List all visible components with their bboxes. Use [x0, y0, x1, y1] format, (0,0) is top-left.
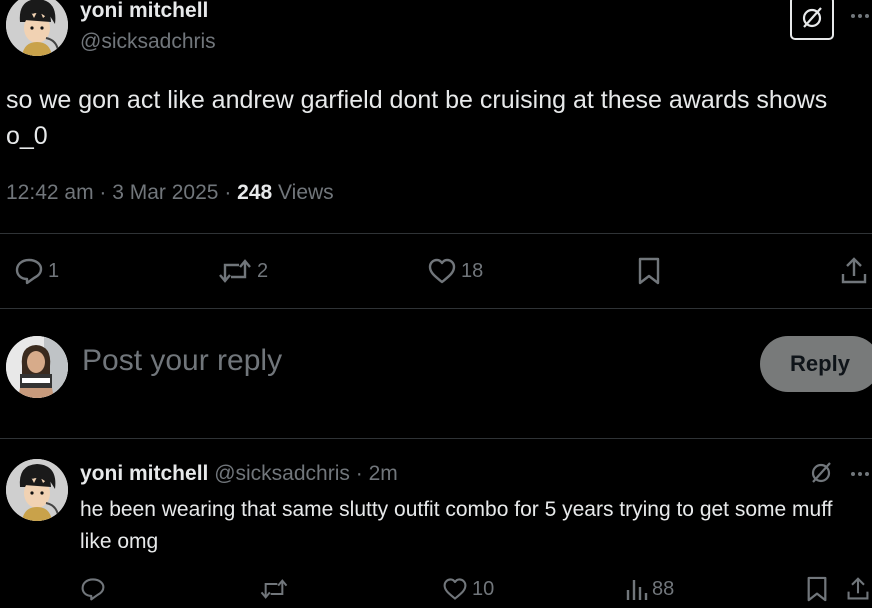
share-icon: [841, 257, 867, 284]
reply-icon: [81, 578, 105, 601]
more-icon: [851, 14, 869, 18]
bookmark-action[interactable]: [636, 256, 662, 286]
reply-count: 1: [48, 259, 60, 282]
views-label: Views: [278, 181, 334, 204]
author-name[interactable]: yoni mitchell: [80, 0, 208, 23]
repost-action[interactable]: 2: [217, 257, 268, 285]
like-action[interactable]: 18: [427, 257, 483, 285]
reply-time[interactable]: 2m: [369, 462, 398, 485]
divider-top: [0, 233, 872, 234]
like-count: 18: [461, 259, 484, 282]
tweet-meta: 12:42 am · 3 Mar 2025 · 248 Views: [6, 181, 334, 205]
share-action[interactable]: [840, 256, 868, 286]
author-handle[interactable]: @sicksadchris: [80, 30, 216, 54]
tweet-text: so we gon act like andrew garfield dont …: [6, 86, 828, 150]
reply-views-action[interactable]: 88: [624, 576, 674, 602]
reply-repost-action[interactable]: [259, 577, 289, 601]
reply-separator: ·: [355, 462, 363, 485]
reply-author-name[interactable]: yoni mitchell: [80, 462, 208, 485]
reply-input[interactable]: Post your reply: [82, 344, 682, 378]
grok-icon: [811, 462, 831, 483]
tweet-date[interactable]: 3 Mar 2025: [112, 181, 218, 204]
more-icon: [851, 472, 869, 476]
like-icon: [443, 578, 467, 600]
like-icon: [428, 258, 456, 284]
reply-text: he been wearing that same slutty outfit …: [80, 498, 833, 553]
reply-like-action[interactable]: 10: [442, 576, 494, 602]
share-icon: [847, 577, 869, 600]
meta-separator: ·: [224, 181, 238, 204]
more-options-button[interactable]: [848, 4, 872, 28]
author-avatar[interactable]: [6, 0, 68, 56]
tweet-time[interactable]: 12:42 am: [6, 181, 94, 204]
reply-bookmark-action[interactable]: [805, 575, 829, 603]
divider-mid: [0, 308, 872, 309]
reply-grok-button[interactable]: [808, 460, 834, 486]
reply-header: yoni mitchell @sicksadchris · 2m: [80, 462, 398, 486]
reply-author-handle[interactable]: @sicksadchris: [214, 462, 350, 485]
reply-more-button[interactable]: [848, 462, 872, 486]
reply-reply-action[interactable]: [80, 576, 106, 602]
user-avatar[interactable]: [6, 336, 68, 398]
views-icon: [626, 580, 648, 600]
grok-icon: [802, 7, 822, 28]
bookmark-icon: [638, 257, 660, 285]
repost-icon: [260, 579, 288, 599]
repost-icon: [219, 259, 251, 283]
meta-separator: ·: [99, 181, 113, 204]
reply-share-action[interactable]: [846, 575, 870, 603]
reply-like-count: 10: [472, 577, 495, 600]
repost-count: 2: [257, 259, 269, 282]
bookmark-icon: [807, 576, 827, 602]
reply-views-count: 88: [652, 577, 675, 600]
divider-bottom: [0, 438, 872, 439]
grok-button[interactable]: [790, 0, 834, 40]
views-count: 248: [237, 181, 273, 204]
reply-icon: [15, 258, 43, 285]
reply-button[interactable]: Reply: [760, 336, 872, 392]
reply-author-avatar[interactable]: [6, 459, 68, 521]
reply-action[interactable]: 1: [14, 257, 59, 285]
